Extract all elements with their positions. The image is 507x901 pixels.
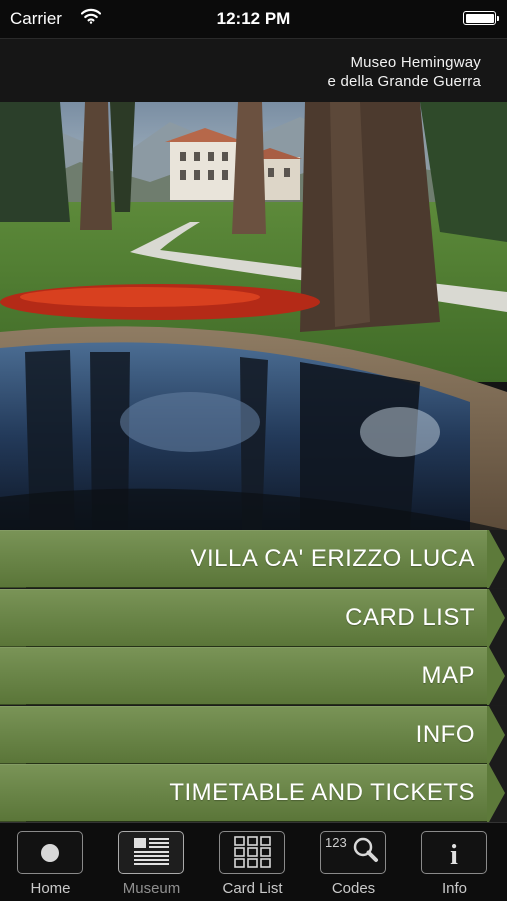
tab-label: Home <box>30 880 71 897</box>
code-icon-text: 123 <box>325 835 347 850</box>
dot-icon <box>41 844 59 862</box>
tab-home[interactable]: Home <box>0 823 101 901</box>
menu-item-card-list[interactable]: CARD LIST <box>0 588 507 647</box>
main-menu: VILLA CA' ERIZZO LUCA CARD LIST MAP INFO… <box>0 530 507 822</box>
menu-item-label: VILLA CA' ERIZZO LUCA <box>190 545 475 572</box>
tab-label: Info <box>441 880 468 897</box>
tab-label: Museum <box>122 880 181 897</box>
chevron-right-icon <box>487 764 507 822</box>
title-line-1: Museo Hemingway <box>350 54 481 71</box>
menu-item-map[interactable]: MAP <box>0 647 507 705</box>
clock: 12:12 PM <box>216 9 291 28</box>
chevron-right-icon <box>487 588 507 647</box>
chevron-right-icon <box>487 705 507 764</box>
info-icon-text: i <box>450 840 458 871</box>
menu-item-label: CARD LIST <box>345 603 475 631</box>
grid-icon <box>234 836 271 868</box>
menu-item-label: TIMETABLE AND TICKETS <box>169 779 475 806</box>
code-search-icon: 123 <box>325 835 378 862</box>
tab-label: Card List <box>222 880 283 897</box>
tab-card-list[interactable]: Card List <box>202 823 303 901</box>
battery-icon <box>463 11 499 25</box>
title-line-2: e della Grande Guerra <box>327 73 481 90</box>
chevron-right-icon <box>487 647 507 705</box>
menu-item-info[interactable]: INFO <box>0 705 507 764</box>
newspaper-icon <box>134 838 169 865</box>
menu-item-timetable[interactable]: TIMETABLE AND TICKETS <box>0 764 507 822</box>
info-icon: i <box>450 840 458 871</box>
tab-museum[interactable]: Museum <box>101 823 202 901</box>
menu-item-label: MAP <box>421 662 475 689</box>
villa-garden-photo <box>0 102 507 530</box>
tab-bar: Home Museum Card List 123 Codes i Info <box>0 822 507 901</box>
menu-item-villa[interactable]: VILLA CA' ERIZZO LUCA <box>0 530 507 588</box>
chevron-right-icon <box>487 530 507 588</box>
tab-info[interactable]: i Info <box>404 823 505 901</box>
app-header: Museo Hemingway e della Grande Guerra <box>0 38 507 103</box>
tab-label: Codes <box>331 880 376 897</box>
menu-item-label: INFO <box>415 720 475 748</box>
museum-title: Museo Hemingway e della Grande Guerra <box>328 53 481 91</box>
status-bar: Carrier 12:12 PM <box>0 0 507 38</box>
tab-codes[interactable]: 123 Codes <box>303 823 404 901</box>
